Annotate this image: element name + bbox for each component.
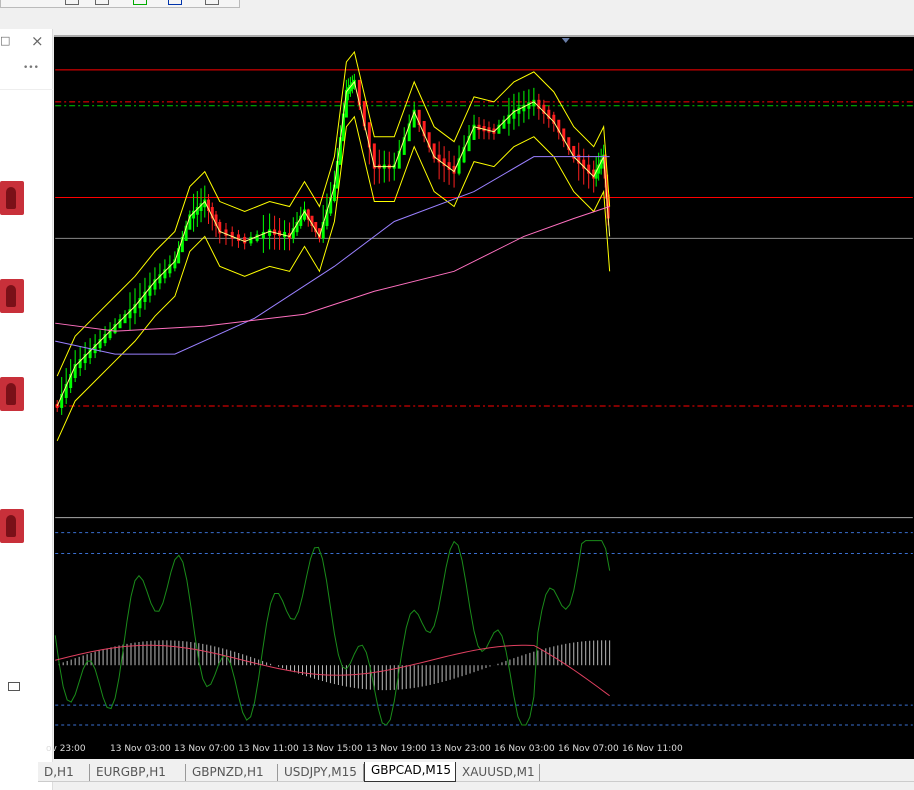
avatar[interactable] (0, 279, 24, 313)
time-label: 13 Nov 23:00 (430, 744, 491, 754)
avatar[interactable] (0, 509, 24, 543)
divider (0, 89, 53, 90)
restore-button[interactable]: □ (0, 34, 10, 47)
time-label: 13 Nov 11:00 (238, 744, 299, 754)
toolbar-group (0, 0, 240, 8)
time-label: 16 Nov 07:00 (558, 744, 619, 754)
chart-tab[interactable]: EURGBP,H1 (90, 764, 186, 781)
time-label: 13 Nov 19:00 (366, 744, 427, 754)
time-label: 13 Nov 07:00 (174, 744, 235, 754)
chart-tab[interactable]: GBPCAD,M15 (364, 762, 456, 782)
candle (224, 229, 228, 236)
chart-tab[interactable]: D,H1 (38, 764, 90, 781)
time-label: 16 Nov 11:00 (622, 744, 683, 754)
candle (243, 236, 247, 244)
chart-tabs: D,H1 EURGBP,H1 GBPNZD,H1 USDJPY,M15 GBPCAD,M… (38, 762, 914, 782)
lower-bollinger-band (56, 115, 611, 442)
candle (255, 234, 259, 241)
globe-icon[interactable] (168, 0, 182, 5)
toolbar-button[interactable] (65, 0, 79, 5)
toolbar-button[interactable] (95, 0, 109, 5)
oscillator-line (54, 540, 611, 726)
add-icon[interactable] (133, 0, 147, 5)
chart-tab[interactable]: GBPNZD,H1 (186, 764, 278, 781)
time-label: ov 23:00 (46, 744, 86, 754)
time-label: 16 Nov 03:00 (494, 744, 555, 754)
chart-tab[interactable]: XAUUSD,M1 (456, 764, 540, 781)
upper-bollinger-band (56, 50, 611, 377)
candle (236, 234, 240, 241)
chart-tab[interactable]: USDJPY,M15 (278, 764, 364, 781)
candle (249, 236, 253, 244)
chart-shift-marker (561, 37, 570, 43)
close-button[interactable]: × (31, 32, 44, 50)
moving-average-slow (55, 156, 610, 355)
toolbar (0, 0, 914, 34)
candle (268, 229, 272, 236)
signal-line (55, 644, 610, 697)
time-label: 13 Nov 03:00 (110, 744, 171, 754)
moving-average-long (55, 206, 610, 332)
time-axis: ov 23:00 13 Nov 03:00 13 Nov 07:00 13 Nov 1… (46, 741, 914, 759)
avatar[interactable] (0, 377, 24, 411)
candle (261, 231, 265, 239)
avatar[interactable] (0, 181, 24, 215)
candle (230, 231, 234, 239)
video-icon[interactable] (8, 682, 20, 691)
side-panel: □ × ••• (0, 29, 53, 790)
toolbar-button[interactable] (205, 0, 219, 5)
price-chart[interactable] (54, 35, 914, 743)
middle-bollinger-band (56, 80, 611, 407)
more-options-button[interactable]: ••• (23, 63, 39, 73)
time-label: 13 Nov 15:00 (302, 744, 363, 754)
